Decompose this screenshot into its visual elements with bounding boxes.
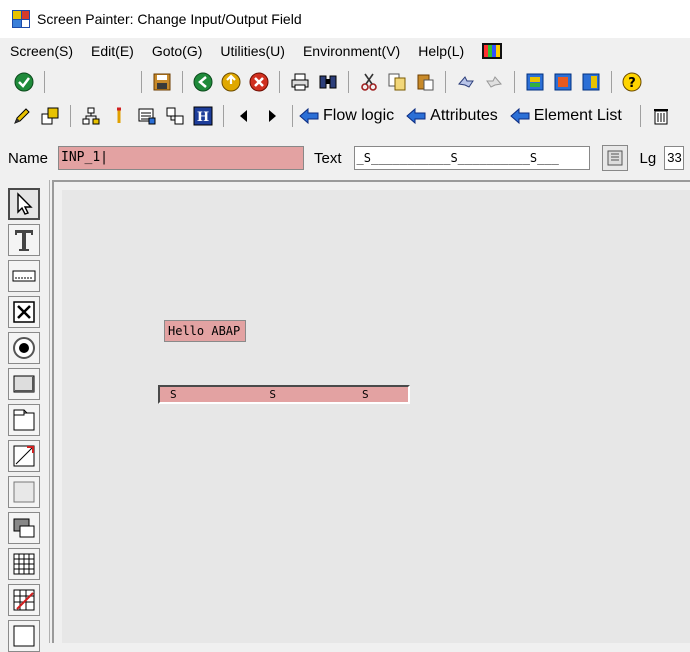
input-output-field-inp-1[interactable]: S S S <box>158 385 410 404</box>
command-field-separator <box>44 71 45 93</box>
graphical-layout-icon[interactable] <box>163 104 187 128</box>
element-list-button[interactable]: Element List <box>509 107 634 125</box>
separator <box>639 105 641 127</box>
arrow-left-icon <box>406 107 426 125</box>
undo-icon[interactable] <box>454 70 478 94</box>
paste-icon[interactable] <box>413 70 437 94</box>
exit-icon[interactable] <box>219 70 243 94</box>
input-output-field-icon[interactable] <box>8 260 40 292</box>
information-icon[interactable]: H <box>191 104 215 128</box>
title-bar: Screen Painter: Change Input/Output Fiel… <box>0 0 690 38</box>
separator <box>514 71 515 93</box>
help-icon[interactable]: ? <box>620 70 644 94</box>
delete-trash-icon[interactable] <box>649 104 673 128</box>
table-control-icon[interactable] <box>8 512 40 544</box>
find-icon[interactable] <box>316 70 340 94</box>
table-wizard-icon[interactable] <box>8 584 40 616</box>
other-object-icon[interactable] <box>38 104 62 128</box>
separator <box>182 71 183 93</box>
separator <box>348 71 349 93</box>
separator <box>279 71 280 93</box>
dictionary-text-icon[interactable] <box>601 145 628 171</box>
length-label: Lg <box>639 149 657 167</box>
save-icon[interactable] <box>150 70 174 94</box>
separator <box>141 71 142 93</box>
menu-goto[interactable]: Goto(G) <box>152 43 203 59</box>
flow-logic-label: Flow logic <box>323 107 395 124</box>
hierarchy-icon[interactable] <box>79 104 103 128</box>
pushbutton-icon[interactable] <box>8 368 40 400</box>
layout-editor-canvas[interactable] <box>62 190 690 643</box>
text-label: Text <box>314 149 342 167</box>
custom-control-icon[interactable] <box>8 548 40 580</box>
element-palette <box>0 180 50 652</box>
checkbox-icon[interactable] <box>8 296 40 328</box>
menu-utilities[interactable]: Utilities(U) <box>220 43 285 59</box>
separator <box>445 71 446 93</box>
display-change-icon[interactable] <box>10 104 34 128</box>
text-input[interactable]: _S___________S__________S___ <box>353 146 590 170</box>
menu-edit[interactable]: Edit(E) <box>91 43 134 59</box>
redo-icon[interactable] <box>482 70 506 94</box>
svg-text:H: H <box>197 110 209 125</box>
next-icon[interactable] <box>260 104 284 128</box>
name-label: Name <box>8 149 49 167</box>
flow-logic-button[interactable]: Flow logic <box>299 107 406 125</box>
attributes-button[interactable]: Attributes <box>406 107 510 125</box>
box-icon[interactable] <box>8 476 40 508</box>
layout-3-icon[interactable] <box>579 70 603 94</box>
back-icon[interactable] <box>191 70 215 94</box>
cancel-icon[interactable] <box>247 70 271 94</box>
arrow-left-icon <box>509 107 530 125</box>
menu-bar: Screen(S) Edit(E) Goto(G) Utilities(U) E… <box>0 38 690 64</box>
standard-toolbar: ? <box>0 66 690 98</box>
subscreen-icon[interactable] <box>8 404 40 436</box>
previous-icon[interactable] <box>232 104 256 128</box>
customize-layout-icon[interactable] <box>482 43 503 59</box>
application-toolbar: H Flow logic Attributes Element List <box>0 100 690 132</box>
cut-icon[interactable] <box>357 70 381 94</box>
layout-1-icon[interactable] <box>523 70 547 94</box>
separator <box>611 71 612 93</box>
text-field-icon[interactable] <box>8 224 40 256</box>
name-input[interactable]: INP_1| <box>58 146 305 170</box>
enter-check-icon[interactable] <box>12 70 36 94</box>
menu-environment[interactable]: Environment(V) <box>303 43 400 59</box>
text-element-hello-abap[interactable]: Hello ABAP <box>164 320 246 342</box>
dictionary-fields-icon[interactable] <box>135 104 159 128</box>
radio-button-icon[interactable] <box>8 332 40 364</box>
attributes-label: Attributes <box>430 107 498 124</box>
status-icon[interactable] <box>8 620 40 652</box>
print-icon[interactable] <box>288 70 312 94</box>
separator <box>292 105 293 127</box>
menu-screen[interactable]: Screen(S) <box>10 43 73 59</box>
window-title: Screen Painter: Change Input/Output Fiel… <box>37 11 302 27</box>
menu-help[interactable]: Help(L) <box>418 43 464 59</box>
arrow-left-icon <box>299 107 319 125</box>
separator <box>223 105 224 127</box>
field-attributes-bar: Name INP_1| Text _S___________S_________… <box>0 138 690 178</box>
copy-icon[interactable] <box>385 70 409 94</box>
activate-icon[interactable] <box>107 104 131 128</box>
layout-2-icon[interactable] <box>551 70 575 94</box>
pointer-icon[interactable] <box>8 188 40 220</box>
tabstrip-icon[interactable] <box>8 440 40 472</box>
screen-painter-app-icon <box>12 10 30 28</box>
svg-text:?: ? <box>628 76 636 91</box>
length-input[interactable]: 33 <box>664 146 685 170</box>
separator <box>70 105 71 127</box>
element-list-label: Element List <box>533 107 622 124</box>
